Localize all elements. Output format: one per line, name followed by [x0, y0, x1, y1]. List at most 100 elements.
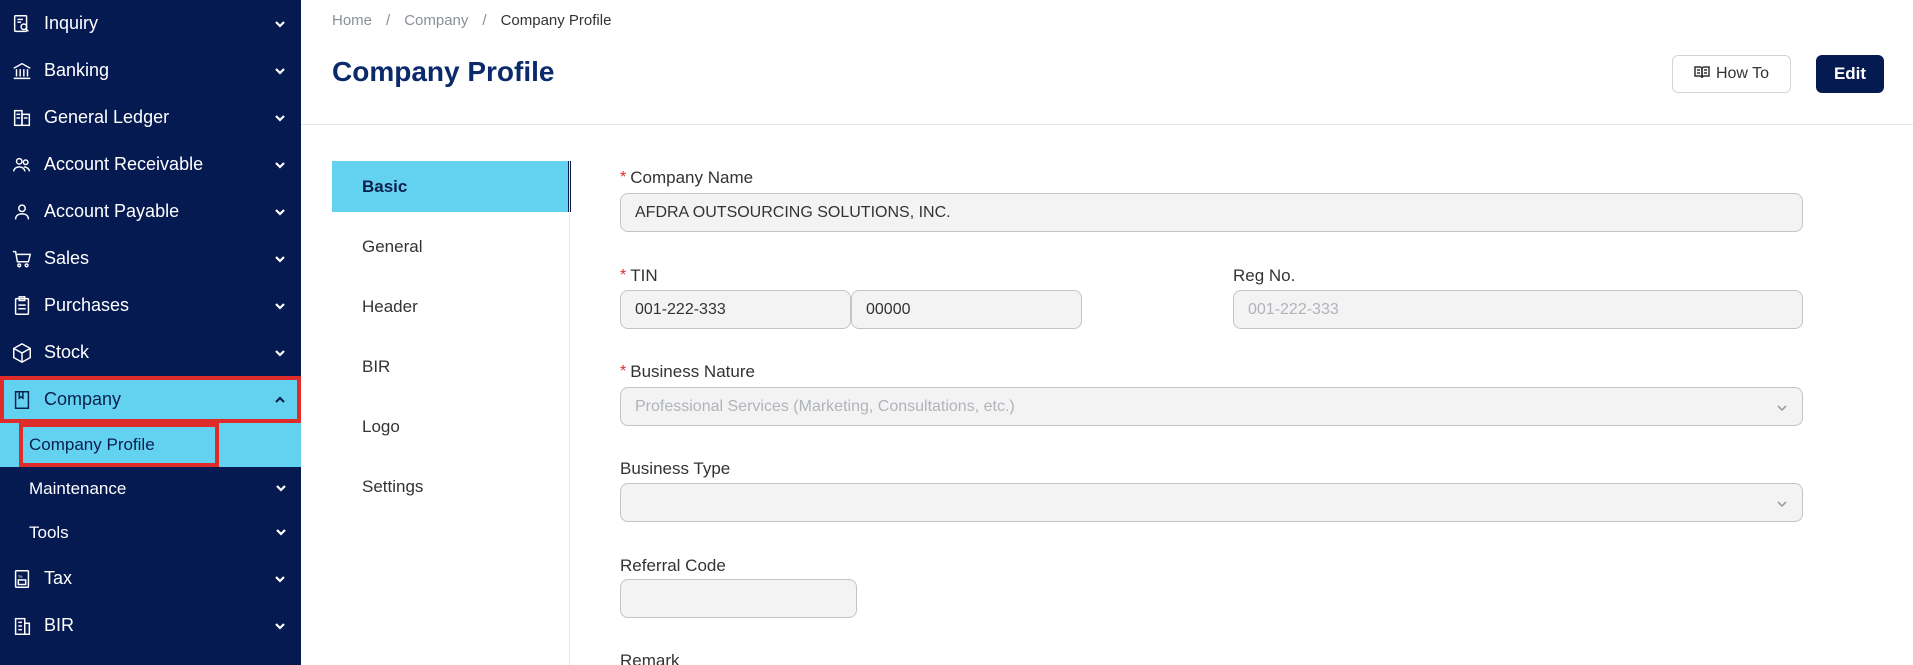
sidebar-item-label: Sales: [44, 248, 90, 268]
how-to-label: How To: [1715, 65, 1770, 82]
sidebar-subitem-company-profile[interactable]: Company Profile: [0, 423, 301, 467]
breadcrumb-company[interactable]: Company: [404, 12, 468, 29]
tab-settings[interactable]: Settings: [332, 461, 571, 512]
chevron-up-icon: [273, 393, 287, 407]
sidebar-item-stock[interactable]: Stock: [0, 329, 301, 376]
sidebar-subitem-label: Tools: [29, 523, 69, 542]
business-nature-value: Professional Services (Marketing, Consul…: [635, 397, 1015, 415]
referral-code-label: Referral Code: [620, 556, 726, 576]
sidebar-item-account-receivable[interactable]: Account Receivable: [0, 141, 301, 188]
company-name-label-text: Company Name: [630, 168, 754, 187]
chevron-down-icon: [1776, 401, 1788, 413]
tab-bir[interactable]: BIR: [332, 341, 571, 392]
chevron-down-icon: [273, 205, 287, 219]
breadcrumb-separator: /: [386, 12, 391, 29]
sidebar-subitem-label: Maintenance: [29, 479, 127, 498]
breadcrumb-current: Company Profile: [500, 12, 612, 29]
chevron-down-icon: [273, 17, 287, 31]
sidebar-subitem-label: Company Profile: [29, 435, 155, 454]
sidebar-item-sales[interactable]: Sales: [0, 235, 301, 282]
business-type-label: Business Type: [620, 459, 730, 479]
sidebar-item-banking[interactable]: Banking: [0, 47, 301, 94]
sidebar-subitem-maintenance[interactable]: Maintenance: [0, 467, 301, 511]
chevron-down-icon: [275, 479, 287, 499]
chevron-down-icon: [273, 572, 287, 586]
breadcrumb-separator: /: [482, 12, 487, 29]
how-to-button[interactable]: How To: [1672, 55, 1791, 93]
remark-label: Remark: [620, 651, 680, 665]
chevron-down-icon: [273, 346, 287, 360]
company-name-input[interactable]: AFDRA OUTSOURCING SOLUTIONS, INC.: [620, 193, 1803, 232]
box-icon: [10, 341, 34, 365]
tin-label-text: TIN: [630, 266, 658, 285]
tab-logo[interactable]: Logo: [332, 401, 571, 452]
profile-tabs: Basic General Header BIR Logo Settings: [332, 161, 571, 521]
inquiry-icon: [10, 12, 34, 36]
sidebar-item-inquiry[interactable]: Inquiry: [0, 0, 301, 47]
chevron-down-icon: [275, 523, 287, 543]
chevron-down-icon: [273, 64, 287, 78]
tax-icon: %: [10, 567, 34, 591]
sidebar-item-label: Company: [44, 389, 122, 409]
user-icon: [10, 200, 34, 224]
sidebar: Inquiry Banking General Ledger Account R…: [0, 0, 301, 665]
cart-icon: [10, 247, 34, 271]
tab-basic[interactable]: Basic: [332, 161, 571, 212]
sidebar-item-label: Account Receivable: [44, 154, 204, 174]
sidebar-item-label: Tax: [44, 568, 73, 588]
tin-label: * TIN: [620, 266, 658, 286]
clipboard-icon: [10, 294, 34, 318]
sidebar-item-purchases[interactable]: Purchases: [0, 282, 301, 329]
sidebar-item-general-ledger[interactable]: General Ledger: [0, 94, 301, 141]
referral-code-input[interactable]: [620, 579, 857, 618]
tin-input[interactable]: 001-222-333: [620, 290, 851, 329]
svg-text:%: %: [18, 574, 22, 579]
sidebar-item-label: Stock: [44, 342, 90, 362]
sidebar-item-label: Inquiry: [44, 13, 99, 33]
page-title: Company Profile: [332, 56, 555, 87]
reg-no-label: Reg No.: [1233, 266, 1295, 286]
business-nature-label: * Business Nature: [620, 362, 755, 382]
chevron-down-icon: [273, 111, 287, 125]
users-icon: [10, 153, 34, 177]
bookmark-icon: [10, 388, 34, 412]
sidebar-item-company[interactable]: Company: [0, 376, 301, 423]
business-nature-label-text: Business Nature: [630, 362, 755, 381]
header-divider: [301, 124, 1913, 125]
book-icon: [1694, 65, 1710, 84]
sidebar-item-tax[interactable]: % Tax: [0, 555, 301, 602]
required-mark: *: [620, 267, 627, 284]
sidebar-item-label: BIR: [44, 615, 75, 635]
chevron-down-icon: [273, 299, 287, 313]
business-type-select[interactable]: [620, 483, 1803, 522]
chevron-down-icon: [1776, 497, 1788, 509]
tin-branch-input[interactable]: 00000: [851, 290, 1082, 329]
main-content: Home / Company / Company Profile Company…: [301, 0, 1913, 665]
sidebar-subitem-tools[interactable]: Tools: [0, 511, 301, 555]
remark-label-text: Remark: [620, 651, 680, 665]
tab-general[interactable]: General: [332, 221, 571, 272]
sidebar-item-label: Banking: [44, 60, 110, 80]
edit-button[interactable]: Edit: [1816, 55, 1884, 93]
breadcrumb: Home / Company / Company Profile: [332, 12, 611, 29]
building-icon: [10, 614, 34, 638]
chevron-down-icon: [273, 252, 287, 266]
sidebar-item-label: Purchases: [44, 295, 130, 315]
tabs-divider: [569, 161, 570, 665]
required-mark: *: [620, 169, 627, 186]
ledger-icon: [10, 106, 34, 130]
breadcrumb-home[interactable]: Home: [332, 12, 372, 29]
reg-no-input[interactable]: 001-222-333: [1233, 290, 1803, 329]
business-type-label-text: Business Type: [620, 459, 731, 478]
reg-no-label-text: Reg No.: [1233, 266, 1296, 285]
sidebar-item-account-payable[interactable]: Account Payable: [0, 188, 301, 235]
chevron-down-icon: [273, 619, 287, 633]
business-nature-select[interactable]: Professional Services (Marketing, Consul…: [620, 387, 1803, 426]
chevron-down-icon: [273, 158, 287, 172]
sidebar-item-bir[interactable]: BIR: [0, 602, 301, 649]
tab-header[interactable]: Header: [332, 281, 571, 332]
bank-icon: [10, 59, 34, 83]
referral-code-label-text: Referral Code: [620, 556, 726, 575]
company-name-label: * Company Name: [620, 168, 753, 188]
sidebar-item-label: General Ledger: [44, 107, 170, 127]
